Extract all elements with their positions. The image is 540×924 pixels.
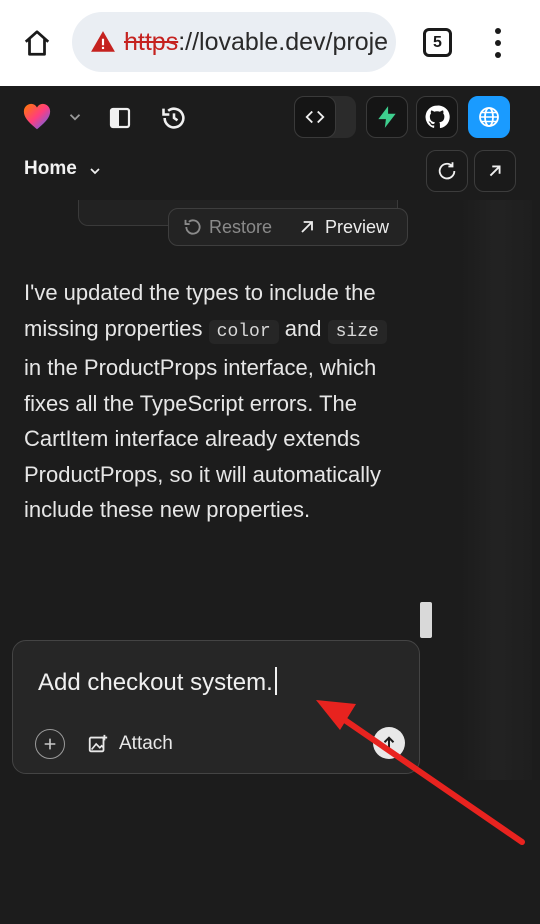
- chevron-down-icon: [90, 168, 100, 175]
- arrow-up-icon: [383, 736, 395, 749]
- open-in-new-tab-button[interactable]: [474, 150, 516, 192]
- globe-icon: [479, 107, 499, 127]
- send-button[interactable]: [373, 727, 405, 759]
- attach-label: Attach: [119, 733, 173, 754]
- page-selector-label: Home: [24, 158, 77, 179]
- inline-code-size: size: [327, 319, 387, 344]
- inline-code-color: color: [208, 319, 279, 344]
- bolt-icon: [378, 106, 396, 128]
- external-link-icon: [489, 165, 501, 177]
- preview-panel: [460, 200, 532, 780]
- refresh-preview-button[interactable]: [426, 150, 468, 192]
- code-icon: [305, 110, 325, 124]
- scrollbar-thumb[interactable]: [420, 602, 432, 638]
- chat-input[interactable]: Add checkout system.: [38, 667, 277, 697]
- github-button[interactable]: [416, 96, 458, 138]
- restore-label: Restore: [209, 216, 273, 237]
- url-text: https://lovable.dev/proje: [124, 28, 388, 57]
- chat-composer[interactable]: Add checkout system. Attach: [12, 640, 420, 774]
- text-caret: [274, 667, 277, 695]
- lovable-logo-icon[interactable]: [22, 102, 52, 132]
- view-switcher: [294, 96, 356, 138]
- preview-label: Preview: [325, 216, 390, 237]
- address-bar[interactable]: https://lovable.dev/proje: [72, 12, 396, 72]
- browser-menu-button[interactable]: [484, 24, 512, 62]
- image-attach-icon: [88, 734, 108, 753]
- history-icon[interactable]: [160, 104, 188, 132]
- url-path: ://lovable.dev/proje: [178, 27, 389, 56]
- preview-button[interactable]: Preview: [285, 209, 389, 245]
- plus-icon: [44, 738, 56, 750]
- tab-switcher-button[interactable]: 5: [423, 28, 452, 57]
- message-text-3: in the ProductProps interface, which fix…: [24, 355, 382, 522]
- publish-button[interactable]: [468, 96, 510, 138]
- message-text-1: I've updated the types to include the mi…: [24, 280, 376, 341]
- browser-toolbar: https://lovable.dev/proje 5: [0, 0, 540, 86]
- browser-home-button[interactable]: [18, 24, 56, 62]
- arrow-up-right-icon: [301, 221, 313, 233]
- github-icon: [425, 105, 450, 129]
- restore-button[interactable]: Restore: [169, 209, 285, 245]
- assistant-message: I've updated the types to include the mi…: [24, 275, 404, 528]
- code-view-button[interactable]: [294, 96, 336, 138]
- page-selector[interactable]: Home: [24, 158, 103, 180]
- add-button[interactable]: [35, 729, 65, 759]
- restore-icon: [184, 219, 201, 235]
- message-text-2: and: [284, 315, 322, 341]
- sidebar-toggle-icon[interactable]: [108, 106, 132, 130]
- chat-input-value: Add checkout system.: [38, 669, 273, 696]
- home-icon: [24, 30, 50, 56]
- version-actions: Restore Preview: [168, 208, 408, 246]
- url-scheme: https: [124, 27, 179, 56]
- not-secure-warning-icon: [91, 31, 115, 52]
- supabase-button[interactable]: [366, 96, 408, 138]
- refresh-icon: [438, 162, 456, 180]
- attach-button[interactable]: Attach: [87, 729, 173, 759]
- app-toolbar: [0, 86, 540, 150]
- chevron-down-icon[interactable]: [66, 108, 84, 126]
- tab-count: 5: [433, 33, 442, 51]
